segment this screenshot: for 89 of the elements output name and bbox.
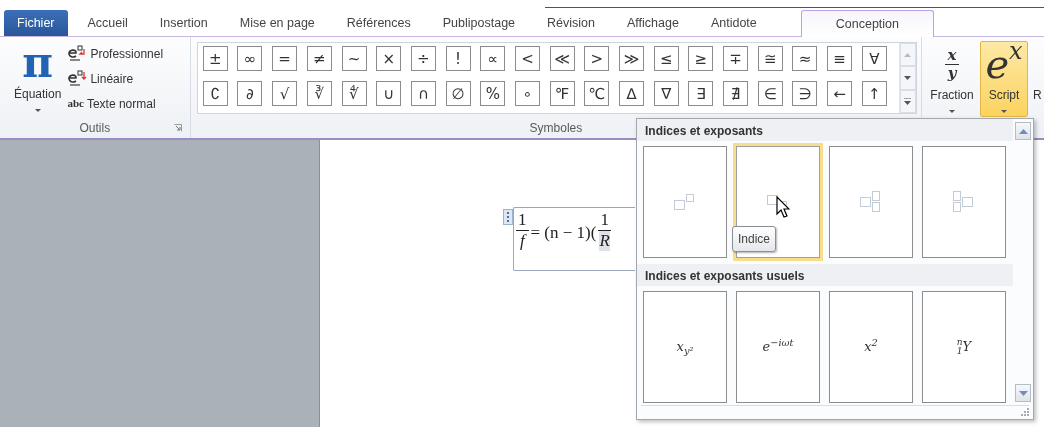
symbol-button[interactable]: ∂: [237, 81, 263, 106]
ribbon-tab[interactable]: Mise en page: [223, 10, 331, 36]
gallery-tile[interactable]: [643, 146, 727, 258]
ribbon-tab[interactable]: Affichage: [611, 10, 695, 36]
symbol-button[interactable]: ≡: [827, 46, 853, 71]
more-arrow-icon: [904, 97, 912, 105]
symbol-button[interactable]: ∩: [410, 81, 436, 106]
symbol-button[interactable]: ∅: [445, 81, 471, 106]
symbol-button[interactable]: %: [480, 81, 506, 106]
tooltip: Indice: [732, 226, 777, 252]
symbol-button[interactable]: ↑: [861, 81, 887, 106]
up-arrow-icon: [1018, 128, 1028, 134]
symbol-button[interactable]: ∈: [757, 81, 783, 106]
symbol-button[interactable]: ∁: [202, 81, 228, 106]
symbol-button[interactable]: ∇: [653, 81, 679, 106]
up-arrow-icon: [904, 52, 912, 57]
more-button[interactable]: [899, 89, 916, 113]
symbol-button[interactable]: !: [445, 46, 471, 71]
symbol-button[interactable]: ∪: [376, 81, 402, 106]
format-icon: [67, 44, 88, 63]
scroll-up-button[interactable]: [1015, 122, 1031, 140]
symbol-button[interactable]: =: [272, 46, 298, 71]
equation-handle[interactable]: [503, 209, 513, 225]
symbol-button[interactable]: ∀: [861, 46, 887, 71]
file-tab[interactable]: Fichier: [4, 10, 68, 36]
down-arrow-icon: [1018, 390, 1028, 396]
symbol-button[interactable]: ≪: [549, 46, 575, 71]
gallery-tile[interactable]: x$^{2}$: [829, 291, 913, 403]
group-label: Symboles: [529, 120, 583, 137]
radical-button[interactable]: R: [1032, 41, 1042, 117]
ribbon-tab[interactable]: Publipostage: [426, 10, 532, 36]
symbol-button[interactable]: √: [272, 81, 298, 106]
caret-icon: [34, 109, 41, 112]
gallery-tile[interactable]: x$_{y²}$: [643, 291, 727, 403]
mouse-cursor-icon: [776, 196, 790, 218]
superscript-template-icon: [673, 194, 697, 210]
symbol-button[interactable]: >: [584, 46, 610, 71]
symbol-button[interactable]: ×: [376, 46, 402, 71]
fraction-button[interactable]: x y Fraction: [928, 41, 976, 117]
symbol-button[interactable]: ∞: [237, 46, 263, 71]
symbol-button[interactable]: ≈: [792, 46, 818, 71]
symbol-button[interactable]: ∓: [723, 46, 749, 71]
presubsuperscript-template-icon: [952, 191, 976, 213]
symbol-button[interactable]: ÷: [410, 46, 436, 71]
symbol-button[interactable]: ∛: [306, 81, 332, 106]
symbol-button[interactable]: ≤: [653, 46, 679, 71]
down-arrow-icon: [904, 76, 912, 80]
symbol-button[interactable]: ≠: [306, 46, 332, 71]
script-button[interactable]: e$^{x}$ Script: [980, 41, 1028, 117]
equation-button[interactable]: π Équation: [10, 39, 66, 118]
symbol-button[interactable]: ∃: [688, 81, 714, 106]
symbol-button[interactable]: ≥: [688, 46, 714, 71]
gallery-tile[interactable]: e$^{−iωt}$: [736, 291, 820, 403]
symbol-button[interactable]: ∆: [619, 81, 644, 106]
caret-icon: [1001, 110, 1007, 113]
format-icon: [67, 69, 88, 88]
section-header: Indices et exposants: [637, 119, 1013, 141]
linear-button[interactable]: Linéaire: [65, 66, 166, 91]
resize-grip-icon[interactable]: [1021, 408, 1029, 416]
symbol-button[interactable]: ∘: [514, 81, 540, 106]
subsuperscript-template-icon: [859, 191, 883, 213]
symbol-button[interactable]: ~: [341, 46, 367, 71]
ribbon-tab[interactable]: Accueil: [71, 10, 144, 36]
symbol-button[interactable]: ℃: [584, 81, 610, 106]
symbol-button[interactable]: ∝: [480, 46, 506, 71]
professional-button[interactable]: Professionnel: [65, 41, 166, 66]
dialog-launcher-icon[interactable]: [173, 124, 182, 132]
scroll-down-button[interactable]: [1015, 384, 1031, 402]
ribbon-tab[interactable]: Références: [330, 10, 427, 36]
symbol-button[interactable]: ∋: [792, 81, 818, 106]
symbol-button[interactable]: ±: [202, 46, 228, 71]
gallery-tile[interactable]: [829, 146, 913, 258]
caret-icon: [949, 110, 955, 113]
symbol-button[interactable]: ≅: [757, 46, 783, 71]
scroll-down-button[interactable]: [899, 66, 916, 90]
symbol-button[interactable]: ←: [827, 81, 853, 106]
ribbon-tab[interactable]: Antidote: [694, 10, 773, 36]
symbol-button[interactable]: ℉: [549, 81, 575, 106]
ribbon-tab[interactable]: Révision: [531, 10, 611, 36]
normal-text-button[interactable]: abc Texte normal: [65, 91, 166, 116]
section-header: Indices et exposants usuels: [637, 264, 1013, 286]
ribbon-tab[interactable]: Insertion: [143, 10, 224, 36]
symbol-button[interactable]: ≫: [619, 46, 644, 71]
group-label: Outils: [79, 120, 111, 137]
symbol-button[interactable]: <: [514, 46, 540, 71]
symbol-button[interactable]: ∄: [723, 81, 749, 106]
ribbon-tab[interactable]: Conception: [800, 10, 934, 37]
gallery-tile[interactable]: [922, 146, 1006, 258]
symbol-button[interactable]: ∜: [341, 81, 367, 106]
